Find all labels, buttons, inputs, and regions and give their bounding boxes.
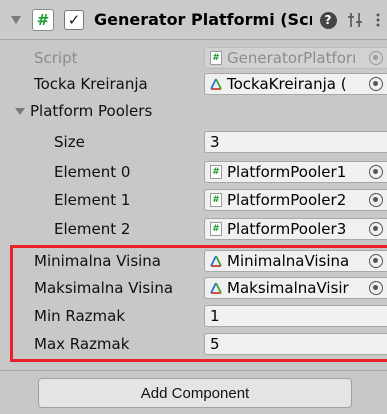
script-icon: # bbox=[209, 222, 223, 236]
platform-poolers-label[interactable]: Platform Poolers bbox=[30, 98, 152, 124]
kebab-menu-icon[interactable] bbox=[372, 10, 384, 30]
property-row-element-1: Element 1 # PlatformPooler2 bbox=[0, 187, 387, 213]
element-1-label: Element 1 bbox=[54, 191, 131, 209]
script-icon: # bbox=[209, 165, 223, 179]
script-icon: # bbox=[209, 193, 223, 207]
size-value: 3 bbox=[210, 133, 220, 151]
presets-icon[interactable] bbox=[345, 10, 365, 30]
component-title: Generator Platformi (Scrij bbox=[94, 10, 312, 29]
property-row-platform-poolers[interactable]: Platform Poolers bbox=[0, 98, 387, 124]
text-fade bbox=[357, 190, 367, 210]
size-label: Size bbox=[54, 133, 85, 151]
add-component-button[interactable]: Add Component bbox=[38, 378, 352, 408]
element-0-value: PlatformPooler1 bbox=[227, 163, 347, 181]
foldout-expanded-icon[interactable] bbox=[10, 14, 22, 26]
element-1-field[interactable]: # PlatformPooler2 bbox=[204, 189, 387, 211]
tocka-kreiranja-label: Tocka Kreiranja bbox=[34, 75, 148, 93]
object-picker-icon[interactable] bbox=[369, 77, 383, 91]
object-picker-icon[interactable] bbox=[369, 193, 383, 207]
size-field[interactable]: 3 bbox=[204, 131, 387, 153]
element-1-value: PlatformPooler2 bbox=[227, 191, 347, 209]
checkmark-icon: ✓ bbox=[67, 10, 81, 29]
script-icon: # bbox=[209, 51, 223, 65]
property-row-element-0: Element 0 # PlatformPooler1 bbox=[0, 159, 387, 185]
text-fade bbox=[357, 48, 367, 68]
script-field: # GeneratorPlatforı bbox=[204, 47, 387, 69]
separator bbox=[0, 370, 387, 371]
property-row-element-2: Element 2 # PlatformPooler3 bbox=[0, 216, 387, 242]
text-fade bbox=[357, 219, 367, 239]
help-icon[interactable]: ? bbox=[318, 10, 338, 30]
element-2-field[interactable]: # PlatformPooler3 bbox=[204, 218, 387, 240]
object-picker-icon bbox=[369, 51, 383, 65]
tocka-kreiranja-value: TockaKreiranja ( bbox=[227, 75, 347, 93]
script-label: Script bbox=[34, 49, 78, 67]
foldout-expanded-icon[interactable] bbox=[15, 106, 25, 116]
script-icon: # bbox=[32, 9, 54, 31]
script-value: GeneratorPlatforı bbox=[227, 49, 357, 67]
text-fade bbox=[357, 162, 367, 182]
script-icon-glyph: # bbox=[36, 11, 50, 29]
property-row-tocka-kreiranja: Tocka Kreiranja TockaKreiranja ( bbox=[0, 71, 387, 97]
transform-icon bbox=[209, 77, 223, 91]
object-picker-icon[interactable] bbox=[369, 165, 383, 179]
element-0-field[interactable]: # PlatformPooler1 bbox=[204, 161, 387, 183]
object-picker-icon[interactable] bbox=[369, 222, 383, 236]
property-row-script: Script # GeneratorPlatforı bbox=[0, 45, 387, 71]
component-enabled-checkbox[interactable]: ✓ bbox=[64, 10, 84, 30]
tocka-kreiranja-field[interactable]: TockaKreiranja ( bbox=[204, 73, 387, 95]
highlight-box bbox=[10, 245, 387, 362]
component-header[interactable]: # ✓ Generator Platformi (Scrij ? bbox=[0, 0, 387, 40]
inspector-panel: # ✓ Generator Platformi (Scrij ? Script bbox=[0, 0, 387, 414]
text-fade bbox=[357, 74, 367, 94]
element-0-label: Element 0 bbox=[54, 163, 131, 181]
element-2-value: PlatformPooler3 bbox=[227, 220, 347, 238]
property-row-size: Size 3 bbox=[0, 129, 387, 155]
element-2-label: Element 2 bbox=[54, 220, 131, 238]
